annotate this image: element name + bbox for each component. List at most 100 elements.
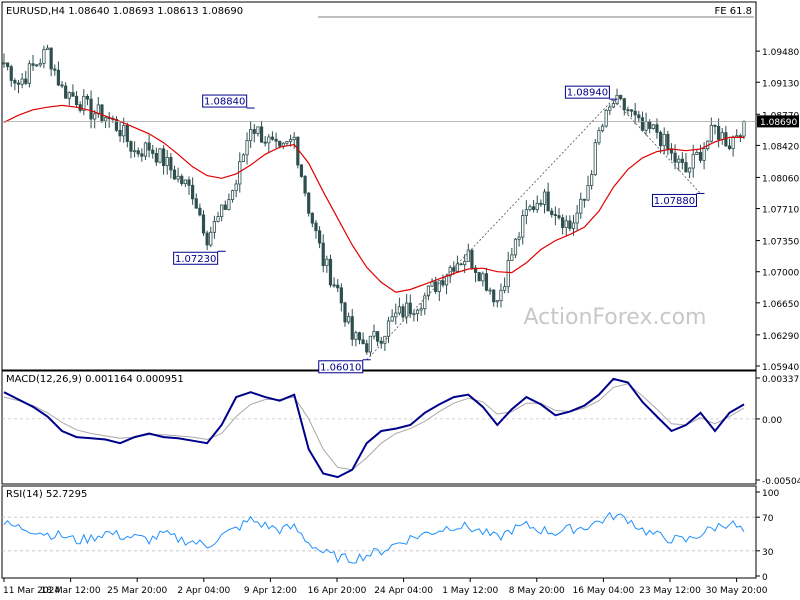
candle-body (365, 343, 369, 353)
candle-body (24, 78, 28, 84)
candle-body (16, 82, 21, 85)
candle-body (397, 306, 401, 314)
candle-body (419, 308, 423, 311)
candle-body (687, 167, 692, 173)
candle-body (299, 164, 304, 177)
x-tick-label: 16 Apr 20:00 (308, 586, 367, 596)
rsi-tick-label: 70 (762, 514, 774, 524)
candle-body (735, 135, 739, 138)
candle-body (252, 129, 256, 134)
candle-body (673, 152, 677, 163)
candle-body (201, 214, 206, 234)
macd-tick-label: 0.00 (762, 416, 782, 426)
candle-body (27, 63, 31, 84)
candle-body (343, 302, 347, 323)
candle-body (361, 339, 365, 345)
candle-body (339, 287, 343, 304)
candle-body (71, 92, 75, 97)
candle-body (321, 242, 325, 267)
candle-body (619, 94, 623, 100)
annotation-label: 1.08940 (567, 88, 608, 99)
candle-body (568, 220, 572, 229)
candle-body (405, 302, 409, 318)
x-tick-label: 2 Apr 04:00 (177, 586, 230, 596)
candle-body (249, 129, 253, 141)
candle-body (666, 133, 670, 150)
candle-body (172, 169, 177, 180)
candle-body (227, 199, 231, 210)
candle-body (571, 222, 576, 229)
candle-body (502, 286, 507, 291)
candle-body (742, 120, 746, 137)
candle-body (383, 335, 387, 344)
candle-body (738, 135, 742, 138)
candle-body (125, 125, 129, 142)
x-tick-label: 16 May 04:00 (573, 586, 635, 596)
candle-body (539, 202, 543, 205)
candle-body (13, 80, 17, 84)
x-tick-label: 8 May 20:00 (509, 586, 565, 596)
candle-body (38, 62, 42, 66)
candle-body (575, 212, 579, 224)
candle-body (93, 113, 97, 120)
macd-title: MACD(12,26,9) 0.001164 0.000951 (6, 374, 184, 385)
candle-body (658, 131, 663, 147)
candle-body (292, 136, 296, 140)
candle-body (154, 153, 158, 163)
candle-body (651, 124, 655, 129)
candle-body (285, 141, 289, 144)
candle-body (455, 263, 460, 272)
candle-body (169, 157, 173, 171)
candle-body (553, 214, 557, 216)
candle-body (278, 140, 282, 147)
candle-body (713, 124, 717, 127)
candle-body (648, 121, 652, 129)
candle-body (444, 275, 449, 286)
watermark: ActionForex.com (524, 305, 707, 330)
x-tick-label: 30 May 20:00 (706, 586, 768, 596)
candle-body (586, 185, 590, 201)
candle-body (622, 98, 626, 111)
price-tick-label: 1.07000 (762, 269, 799, 279)
annotation-label: 1.08840 (204, 97, 245, 108)
candle-body (600, 125, 605, 132)
candle-body (415, 309, 420, 315)
candle-body (350, 316, 354, 340)
candle-body (267, 136, 271, 144)
candle-body (557, 215, 561, 219)
background (0, 0, 800, 600)
candle-body (6, 62, 10, 68)
candle-body (702, 148, 706, 161)
candle-body (56, 69, 61, 86)
candle-body (691, 153, 695, 169)
candle-body (463, 261, 467, 265)
candle-body (532, 206, 536, 210)
x-tick-label: 23 May 12:00 (639, 586, 701, 596)
candle-body (709, 124, 713, 142)
fe-label: FE 61.8 (714, 6, 752, 17)
candle-body (176, 175, 180, 180)
candle-body (611, 103, 616, 108)
candle-body (162, 148, 166, 167)
candle-body (394, 312, 398, 318)
candle-body (9, 66, 13, 81)
candle-body (644, 121, 648, 131)
candle-body (430, 281, 434, 287)
macd-tick-label: -0.00504 (762, 477, 800, 487)
candle-body (245, 140, 249, 156)
candle-body (720, 132, 724, 140)
price-tick-label: 1.06290 (762, 332, 799, 342)
candle-body (310, 212, 314, 224)
candle-body (437, 280, 441, 292)
candle-body (542, 191, 547, 205)
candle-body (506, 260, 510, 288)
candle-body (524, 209, 528, 216)
candle-body (640, 117, 645, 131)
candle-body (695, 152, 699, 155)
rsi-title: RSI(14) 52.7295 (6, 489, 87, 500)
candle-body (590, 174, 594, 186)
macd-tick-label: 0.003375 (762, 375, 800, 385)
candle-body (212, 221, 216, 233)
x-tick-label: 24 Apr 04:00 (374, 586, 433, 596)
price-tick-label: 1.07350 (762, 238, 799, 248)
